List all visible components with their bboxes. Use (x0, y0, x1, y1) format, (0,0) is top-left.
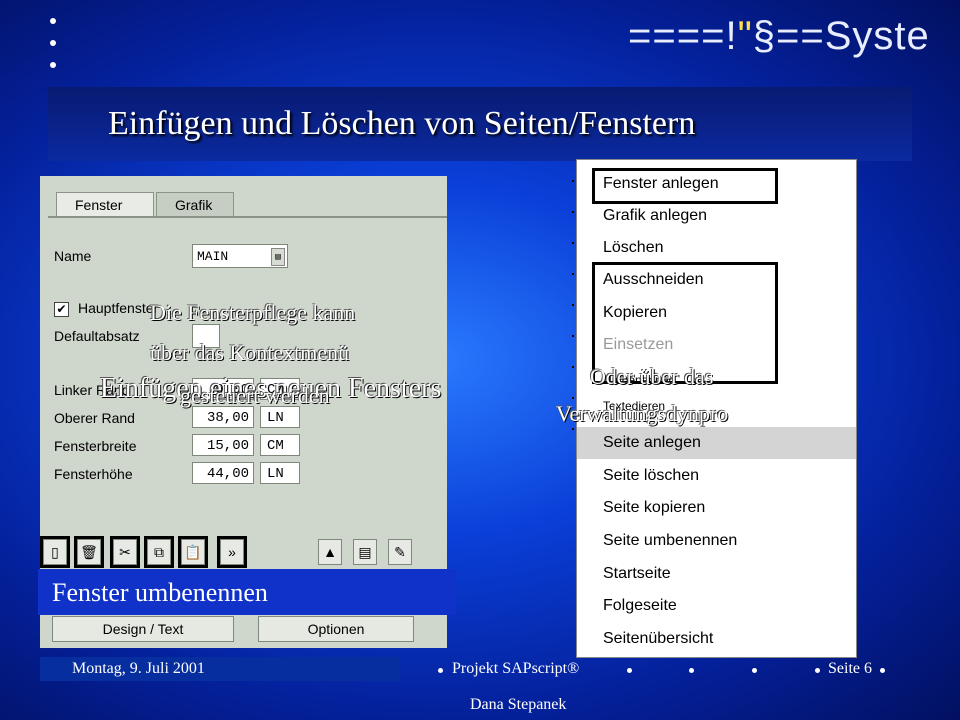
name-label: Name (54, 248, 92, 264)
copy-icon[interactable]: ⧉ (144, 536, 174, 568)
field-label: Oberer Rand (54, 410, 135, 426)
menu-item-seite-loeschen[interactable]: Seite löschen (603, 460, 699, 492)
menu-item-loeschen[interactable]: Löschen (603, 232, 664, 264)
tab-grafik[interactable]: Grafik (156, 192, 234, 217)
footer-author: Dana Stepanek (470, 696, 567, 713)
highlight-box-create (592, 168, 778, 204)
footer-dot (815, 668, 820, 673)
footer-dot (752, 668, 757, 673)
decorative-dots (50, 18, 56, 84)
footer-project: Projekt SAPscript® (452, 660, 580, 677)
footer-page: Seite 6 (828, 660, 872, 677)
menu-item-seite-kopieren[interactable]: Seite kopieren (603, 492, 705, 524)
footer-dot (627, 668, 632, 673)
footer-dot (438, 668, 443, 673)
field-label: Fensterhöhe (54, 466, 133, 482)
menu-item-startseite[interactable]: Startseite (603, 558, 671, 590)
fensterhoehe-input[interactable]: 44,00 (192, 462, 254, 484)
defaultabsatz-label: Defaultabsatz (54, 328, 140, 344)
paste-icon[interactable]: 📋 (178, 536, 208, 568)
cut-icon[interactable]: ✂ (110, 536, 140, 568)
field-label: Fensterbreite (54, 438, 137, 454)
slide-title: Einfügen und Löschen von Seiten/Fenstern (108, 105, 696, 142)
caption-right-2: Verwaltungsdynpro (556, 401, 729, 426)
dropdown-icon[interactable]: ▤ (271, 248, 285, 266)
tab-fenster[interactable]: Fenster (56, 192, 154, 217)
fensterhoehe-unit[interactable]: LN (260, 462, 300, 484)
tab-divider (48, 216, 447, 218)
menu-item-seite-umbenennen[interactable]: Seite umbenennen (603, 525, 737, 557)
create-icon[interactable]: ▯ (40, 536, 70, 568)
caption-line-2: über das Kontextmenü (150, 340, 350, 365)
caption-line-4: gesteuert werden (180, 383, 330, 408)
menu-item-seitenuebersicht[interactable]: Seitenübersicht (603, 623, 713, 655)
window-toolbar: ▯ 🗑 ✂ ⧉ 📋 » ▲ ▤ ✎ (40, 534, 447, 570)
footer-dot (689, 668, 694, 673)
menu-item-grafik-anlegen[interactable]: Grafik anlegen (603, 200, 707, 232)
name-field[interactable]: MAIN ▤ (192, 244, 288, 268)
brand-logo-text: ====!"§==Syste (628, 14, 930, 58)
form-icon[interactable]: ▤ (353, 539, 377, 565)
graphic-icon[interactable]: ▲ (318, 539, 342, 565)
caption-line-1: Die Fensterpflege kann (150, 300, 356, 325)
fensterbreite-unit[interactable]: CM (260, 434, 300, 456)
menu-item-folgeseite[interactable]: Folgeseite (603, 590, 677, 622)
oberer-rand-input[interactable]: 38,00 (192, 406, 254, 428)
delete-icon[interactable]: 🗑 (74, 536, 104, 568)
rename-icon[interactable]: » (217, 536, 247, 568)
oberer-rand-unit[interactable]: LN (260, 406, 300, 428)
footer-dot (880, 668, 885, 673)
caption-right-1: Oder über das (590, 364, 714, 389)
caption-band: Fenster umbenennen (38, 569, 456, 615)
edit-icon[interactable]: ✎ (388, 539, 412, 565)
footer-date: Montag, 9. Juli 2001 (72, 660, 205, 677)
design-text-button[interactable]: Design / Text (52, 616, 234, 642)
hauptfenster-checkbox[interactable]: ✔ (54, 302, 69, 317)
menu-item-seite-anlegen[interactable]: Seite anlegen (603, 427, 701, 459)
fensterbreite-input[interactable]: 15,00 (192, 434, 254, 456)
hauptfenster-label: Hauptfenster (78, 300, 159, 316)
caption-band-text: Fenster umbenennen (52, 578, 268, 607)
title-bar: Einfügen und Löschen von Seiten/Fenstern (48, 87, 912, 161)
optionen-button[interactable]: Optionen (258, 616, 414, 642)
